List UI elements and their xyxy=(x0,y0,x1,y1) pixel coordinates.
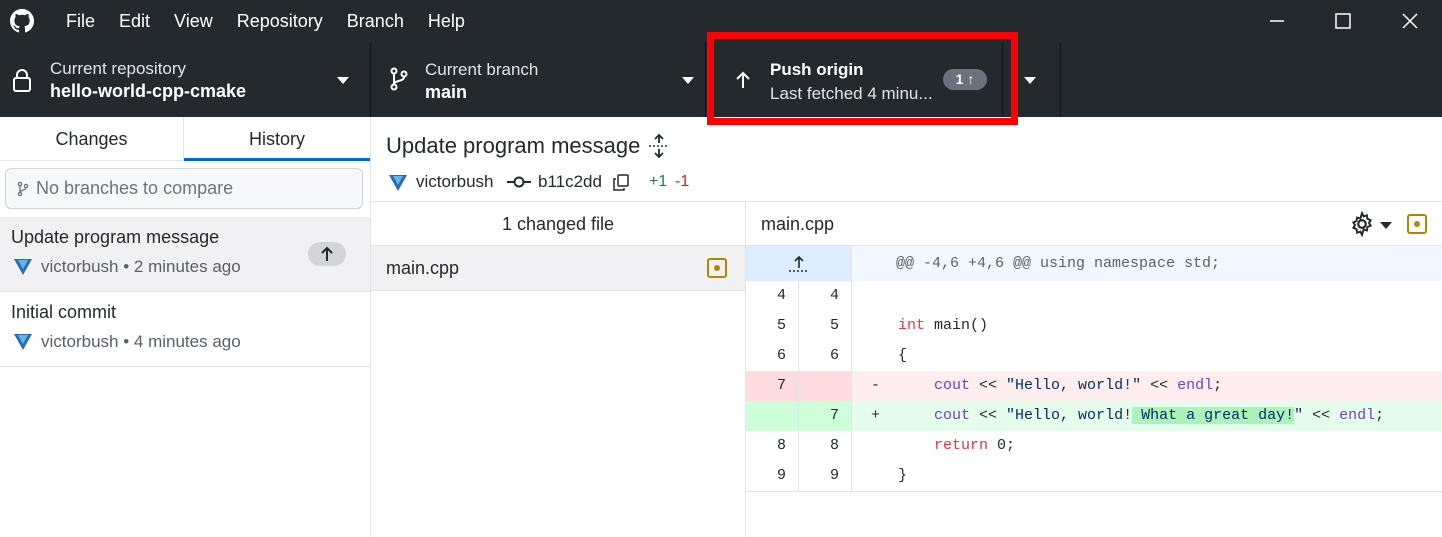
repository-label: Current repository xyxy=(50,59,187,78)
commit-author: victorbush xyxy=(416,172,494,191)
commit-icon xyxy=(507,176,531,188)
commit-author: victorbush xyxy=(41,332,119,351)
commit-list-item[interactable]: Update program message victorbush • 2 mi… xyxy=(0,217,370,292)
new-line-number: 5 xyxy=(799,311,852,341)
current-branch-button[interactable]: Current branch main xyxy=(371,42,706,117)
new-line-number xyxy=(799,371,852,401)
commit-sha: b11c2dd xyxy=(538,172,602,191)
diff-line-added: 7 + cout << "Hello, world! What a great … xyxy=(746,401,1442,431)
new-line-number: 6 xyxy=(799,341,852,371)
old-line-number: 7 xyxy=(746,371,799,401)
gear-icon[interactable] xyxy=(1349,211,1375,237)
code-line: } xyxy=(898,467,908,484)
avatar xyxy=(14,259,32,275)
code-line: return 0; xyxy=(934,437,1016,454)
commit-summary: Update program message xyxy=(386,133,641,158)
diff-file-name: main.cpp xyxy=(761,214,835,234)
sidebar: Changes History No branches to compare U… xyxy=(0,117,371,537)
hunk-text: @@ -4,6 +4,6 @@ using namespace std; xyxy=(896,255,1221,272)
copy-icon[interactable] xyxy=(613,174,629,191)
commit-time: • 4 minutes ago xyxy=(123,332,241,351)
arrow-up-icon xyxy=(321,246,333,261)
old-line-number: 5 xyxy=(746,311,799,341)
diff-marker: - xyxy=(871,377,881,394)
file-modified-icon xyxy=(707,258,727,278)
new-line-number: 4 xyxy=(799,281,852,311)
menu-file[interactable]: File xyxy=(54,0,107,42)
branch-name: main xyxy=(425,82,468,102)
diff-header: main.cpp xyxy=(746,202,1442,246)
code-line: { xyxy=(898,347,908,364)
old-line-number: 4 xyxy=(746,281,799,311)
code-line: cout << "Hello, world! What a great day!… xyxy=(934,407,1385,424)
expand-up-icon xyxy=(789,255,809,272)
diff-panel: main.cpp @@ -4,6 +4,6 @@ using namespace… xyxy=(746,201,1442,537)
unpushed-indicator xyxy=(308,242,346,266)
tab-history[interactable]: History xyxy=(184,117,370,161)
old-line-number: 9 xyxy=(746,461,799,491)
commit-title: Update program message xyxy=(11,227,220,247)
branch-label: Current branch xyxy=(425,60,539,79)
old-line-number: 8 xyxy=(746,431,799,461)
menu-view[interactable]: View xyxy=(162,0,225,42)
diff-line: 5 5 int main() xyxy=(746,311,1442,341)
minimize-icon[interactable] xyxy=(1264,8,1290,34)
avatar xyxy=(14,334,32,350)
new-line-number: 8 xyxy=(799,431,852,461)
maximize-icon[interactable] xyxy=(1330,8,1356,34)
diff-line: 9 9 } xyxy=(746,461,1442,492)
highlight-box xyxy=(707,32,1018,125)
file-name: main.cpp xyxy=(386,258,460,278)
menu-branch[interactable]: Branch xyxy=(335,0,416,42)
tab-changes[interactable]: Changes xyxy=(0,117,184,161)
commit-list-item[interactable]: Initial commit victorbush • 4 minutes ag… xyxy=(0,292,370,367)
expand-icon[interactable] xyxy=(647,133,671,159)
commit-time: • 2 minutes ago xyxy=(123,257,241,276)
chevron-down-icon xyxy=(337,77,349,84)
expand-hunk-button[interactable] xyxy=(746,246,852,281)
commit-title: Initial commit xyxy=(11,302,117,322)
code-line: cout << "Hello, world!" << endl; xyxy=(934,377,1223,394)
menu-edit[interactable]: Edit xyxy=(107,0,162,42)
branch-icon xyxy=(17,181,29,197)
old-line-number xyxy=(746,401,799,431)
branch-compare-placeholder: No branches to compare xyxy=(36,178,234,198)
diff-line: 4 4 xyxy=(746,281,1442,311)
branch-icon xyxy=(390,67,408,91)
menu-repository[interactable]: Repository xyxy=(225,0,335,42)
commit-author: victorbush xyxy=(41,257,119,276)
diff-hunk-header: @@ -4,6 +4,6 @@ using namespace std; xyxy=(746,246,1442,281)
current-repository-button[interactable]: Current repository hello-world-cpp-cmake xyxy=(0,42,371,117)
repository-name: hello-world-cpp-cmake xyxy=(50,81,247,101)
additions-count: +1 xyxy=(649,173,668,190)
branch-compare-input[interactable]: No branches to compare xyxy=(5,168,363,209)
chevron-down-icon xyxy=(682,77,694,84)
diff-marker: + xyxy=(871,407,881,424)
chevron-down-icon xyxy=(1024,77,1036,84)
diff-line-deleted: 7 - cout << "Hello, world!" << endl; xyxy=(746,371,1442,401)
menu-bar: File Edit View Repository Branch Help xyxy=(54,0,477,42)
menu-help[interactable]: Help xyxy=(416,0,477,42)
changed-files-header: 1 changed file xyxy=(371,202,745,246)
github-logo-icon xyxy=(10,9,34,33)
new-line-number: 7 xyxy=(799,401,852,431)
chevron-down-icon[interactable] xyxy=(1380,222,1392,229)
file-modified-icon xyxy=(1407,214,1427,234)
file-list-item[interactable]: main.cpp xyxy=(371,246,745,291)
lock-icon xyxy=(13,69,31,92)
close-icon[interactable] xyxy=(1397,8,1423,34)
diff-line: 8 8 return 0; xyxy=(746,431,1442,461)
deletions-count: -1 xyxy=(675,173,690,190)
new-line-number: 9 xyxy=(799,461,852,491)
commit-details: Update program message victorbush b11c2d… xyxy=(371,117,1442,537)
diff-line: 6 6 { xyxy=(746,341,1442,371)
old-line-number: 6 xyxy=(746,341,799,371)
code-line: int main() xyxy=(898,317,989,334)
changed-files-panel: 1 changed file main.cpp xyxy=(371,201,746,537)
avatar xyxy=(389,175,407,191)
